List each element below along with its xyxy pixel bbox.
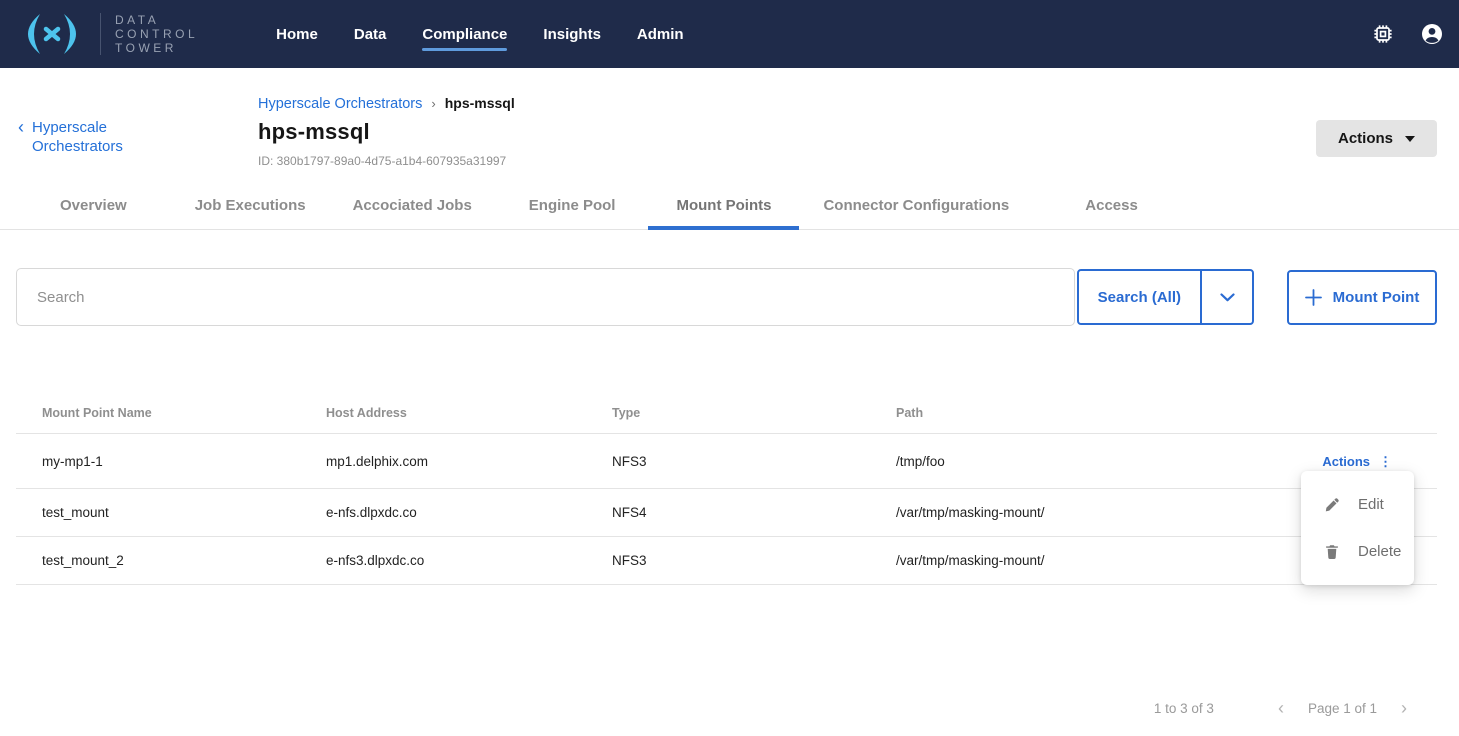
- page-actions-button[interactable]: Actions: [1316, 120, 1437, 157]
- nav-item-admin[interactable]: Admin: [637, 18, 684, 51]
- tab-overview[interactable]: Overview: [60, 188, 127, 229]
- page-id: ID: 380b1797-89a0-4d75-a1b4-607935a31997: [258, 154, 515, 168]
- search-all-button-label: Search (All): [1098, 289, 1181, 306]
- tab-mount-points[interactable]: Mount Points: [676, 188, 771, 229]
- col-header-mount-point-name: Mount Point Name: [42, 406, 326, 420]
- search-scope-dropdown[interactable]: [1202, 271, 1252, 323]
- title-block: Hyperscale Orchestrators › hps-mssql hps…: [258, 95, 515, 168]
- row-actions-menu: Edit Delete: [1301, 471, 1414, 585]
- page-header: ‹ Hyperscale Orchestrators Hyperscale Or…: [0, 68, 1459, 188]
- cell-path: /var/tmp/masking-mount/: [896, 553, 1267, 568]
- chevron-down-icon: [1220, 293, 1235, 302]
- tab-access[interactable]: Access: [1085, 188, 1138, 229]
- cell-host-address: e-nfs.dlpxdc.co: [326, 505, 612, 520]
- pencil-icon: [1324, 497, 1340, 513]
- trash-icon: [1324, 544, 1340, 560]
- search-split-button: Search (All): [1077, 269, 1254, 325]
- menu-item-edit[interactable]: Edit: [1301, 481, 1414, 528]
- cell-type: NFS3: [612, 454, 896, 469]
- pagination-bar: 1 to 3 of 3 ‹ Page 1 of 1 ›: [0, 680, 1459, 736]
- cell-path: /var/tmp/masking-mount/: [896, 505, 1267, 520]
- menu-item-delete-label: Delete: [1358, 543, 1401, 560]
- col-header-type: Type: [612, 406, 896, 420]
- col-header-host-address: Host Address: [326, 406, 612, 420]
- cell-mount-point-name: test_mount_2: [42, 553, 326, 568]
- user-avatar-icon[interactable]: [1421, 23, 1443, 45]
- pagination-next-icon[interactable]: ›: [1401, 699, 1407, 717]
- tab-job-executions[interactable]: Job Executions: [195, 188, 306, 229]
- brand-logo[interactable]: DATA CONTROL TOWER: [14, 10, 198, 58]
- cell-mount-point-name: test_mount: [42, 505, 326, 520]
- primary-nav: Home Data Compliance Insights Admin: [276, 18, 683, 51]
- cell-path: /tmp/foo: [896, 454, 1267, 469]
- top-navbar: DATA CONTROL TOWER Home Data Compliance …: [0, 0, 1459, 68]
- back-link-label: Hyperscale Orchestrators: [32, 118, 144, 156]
- nav-item-insights[interactable]: Insights: [543, 18, 601, 51]
- table-row[interactable]: test_mount e-nfs.dlpxdc.co NFS4 /var/tmp…: [16, 489, 1437, 537]
- search-input[interactable]: [16, 268, 1075, 326]
- brand-text: DATA CONTROL TOWER: [115, 13, 198, 55]
- cell-host-address: mp1.delphix.com: [326, 454, 612, 469]
- chip-icon[interactable]: [1372, 23, 1394, 45]
- tab-accociated-jobs[interactable]: Accociated Jobs: [353, 188, 472, 229]
- kebab-vertical-icon: ⋮: [1379, 455, 1392, 468]
- nav-item-data[interactable]: Data: [354, 18, 387, 51]
- col-header-path: Path: [896, 406, 1267, 420]
- brand-line-3: TOWER: [115, 41, 198, 55]
- add-mount-point-label: Mount Point: [1333, 289, 1420, 306]
- tab-connector-configurations[interactable]: Connector Configurations: [823, 188, 1009, 229]
- pagination-prev-icon[interactable]: ‹: [1278, 699, 1284, 717]
- nav-item-compliance[interactable]: Compliance: [422, 18, 507, 51]
- cell-host-address: e-nfs3.dlpxdc.co: [326, 553, 612, 568]
- row-actions-label: Actions: [1322, 454, 1370, 469]
- brand-line-2: CONTROL: [115, 27, 198, 41]
- tab-bar: Overview Job Executions Accociated Jobs …: [0, 188, 1459, 230]
- search-all-button[interactable]: Search (All): [1079, 271, 1202, 323]
- back-link[interactable]: ‹ Hyperscale Orchestrators: [18, 118, 144, 156]
- menu-item-edit-label: Edit: [1358, 496, 1384, 513]
- cell-type: NFS4: [612, 505, 896, 520]
- add-mount-point-button[interactable]: Mount Point: [1287, 270, 1437, 325]
- breadcrumb-separator-icon: ›: [431, 96, 435, 111]
- logo-divider: [100, 13, 101, 55]
- page-actions-button-label: Actions: [1338, 130, 1393, 147]
- cell-mount-point-name: my-mp1-1: [42, 454, 326, 469]
- navbar-right: [1372, 23, 1443, 45]
- cell-type: NFS3: [612, 553, 896, 568]
- mount-points-table: Mount Point Name Host Address Type Path …: [16, 393, 1437, 585]
- caret-down-icon: [1405, 136, 1415, 142]
- tab-engine-pool[interactable]: Engine Pool: [529, 188, 616, 229]
- table-row[interactable]: test_mount_2 e-nfs3.dlpxdc.co NFS3 /var/…: [16, 537, 1437, 585]
- menu-item-delete[interactable]: Delete: [1301, 528, 1414, 575]
- delphix-logo-icon: [14, 10, 90, 58]
- search-toolbar: Search (All) Mount Point: [0, 268, 1459, 326]
- plus-icon: [1305, 289, 1322, 306]
- pagination-range: 1 to 3 of 3: [1154, 701, 1214, 716]
- table-header-row: Mount Point Name Host Address Type Path: [16, 393, 1437, 434]
- breadcrumb: Hyperscale Orchestrators › hps-mssql: [258, 95, 515, 112]
- table-row[interactable]: my-mp1-1 mp1.delphix.com NFS3 /tmp/foo A…: [16, 434, 1437, 489]
- chevron-left-icon: ‹: [18, 118, 24, 156]
- row-actions-button[interactable]: Actions ⋮: [1322, 454, 1437, 469]
- breadcrumb-parent-link[interactable]: Hyperscale Orchestrators: [258, 96, 422, 112]
- page-title: hps-mssql: [258, 119, 515, 145]
- nav-item-home[interactable]: Home: [276, 18, 318, 51]
- brand-line-1: DATA: [115, 13, 198, 27]
- breadcrumb-current: hps-mssql: [445, 95, 515, 111]
- pagination-page-text: Page 1 of 1: [1308, 701, 1377, 716]
